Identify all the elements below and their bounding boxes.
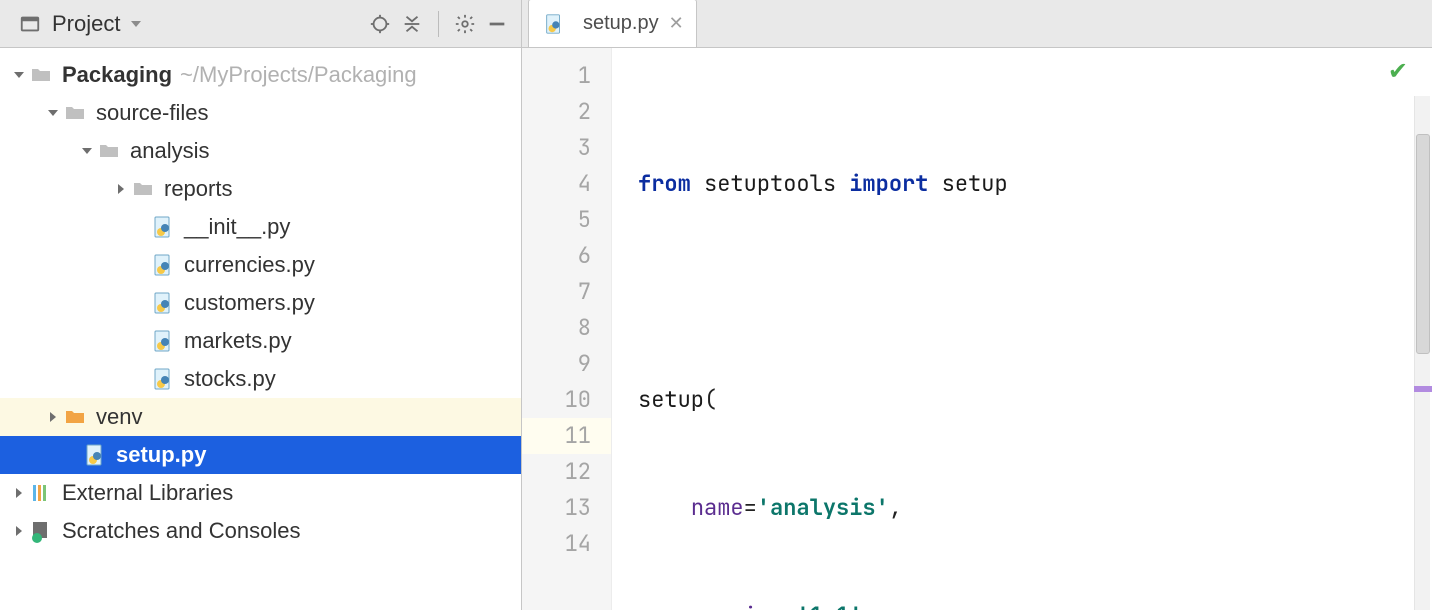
python-file-icon [150,328,176,354]
editor-gutter: 1 2 3 4 5 6 7 8 9 10 11 12 13 14 [522,48,612,610]
python-file-icon [82,442,108,468]
libraries-icon [28,480,54,506]
code-line [638,274,1432,310]
gutter-line: 5 [522,202,591,238]
scrollbar-thumb[interactable] [1416,134,1430,354]
folder-icon [28,62,54,88]
chevron-down-icon[interactable] [78,144,96,158]
tree-label: Packaging [62,62,172,88]
gear-icon[interactable] [451,10,479,38]
header-separator [438,11,439,37]
gutter-line: 7 [522,274,591,310]
tree-row-file[interactable]: stocks.py [0,360,521,398]
python-file-icon [150,214,176,240]
code-line: from setuptools import setup [638,166,1432,202]
folder-icon [62,100,88,126]
tree-path-hint: ~/MyProjects/Packaging [180,62,417,88]
minimize-icon[interactable] [483,10,511,38]
chevron-right-icon[interactable] [112,182,130,196]
tree-row-external-libraries[interactable]: External Libraries [0,474,521,512]
target-icon[interactable] [366,10,394,38]
python-file-icon [543,13,565,35]
gutter-line: 1 [522,58,591,94]
project-tree[interactable]: Packaging ~/MyProjects/Packaging source-… [0,48,521,610]
gutter-line: 14 [522,526,591,562]
collapse-icon[interactable] [398,10,426,38]
tree-label: source-files [96,100,208,126]
editor-tabbar: setup.py ✕ [522,0,1432,48]
check-icon: ✔ [1388,54,1408,90]
python-file-icon [150,366,176,392]
tree-row-root[interactable]: Packaging ~/MyProjects/Packaging [0,56,521,94]
tree-label: stocks.py [184,366,276,392]
python-file-icon [150,252,176,278]
python-file-icon [150,290,176,316]
gutter-line: 13 [522,490,591,526]
folder-icon [130,176,156,202]
gutter-line: 12 [522,454,591,490]
editor-body[interactable]: 1 2 3 4 5 6 7 8 9 10 11 12 13 14 ✔ from … [522,48,1432,610]
editor-tab[interactable]: setup.py ✕ [528,0,697,47]
tree-row-file[interactable]: customers.py [0,284,521,322]
chevron-down-icon[interactable] [44,106,62,120]
project-icon [16,10,44,38]
folder-icon [96,138,122,164]
editor-panel: setup.py ✕ 1 2 3 4 5 6 7 8 9 10 11 12 13… [522,0,1432,610]
project-title[interactable]: Project [48,11,124,37]
tree-label: __init__.py [184,214,290,240]
code-line: setup( [638,382,1432,418]
tree-row-setup[interactable]: setup.py [0,436,521,474]
code-line: version='1.1', [638,598,1432,610]
gutter-line: 3 [522,130,591,166]
gutter-line: 8 [522,310,591,346]
gutter-line: 9 [522,346,591,382]
chevron-down-icon[interactable] [10,68,28,82]
code-line: name='analysis', [638,490,1432,526]
scratches-icon [28,518,54,544]
tree-row-file[interactable]: currencies.py [0,246,521,284]
tree-label: Scratches and Consoles [62,518,300,544]
chevron-down-icon[interactable] [128,16,144,32]
tree-label: currencies.py [184,252,315,278]
project-panel: Project Packaging ~/MyProjects/Packaging [0,0,522,610]
tree-label: reports [164,176,232,202]
tree-label: External Libraries [62,480,233,506]
folder-icon [62,404,88,430]
tree-row-analysis[interactable]: analysis [0,132,521,170]
tree-label: markets.py [184,328,292,354]
close-icon[interactable]: ✕ [669,13,684,34]
tree-row-scratches[interactable]: Scratches and Consoles [0,512,521,550]
project-header: Project [0,0,521,48]
scrollbar-mark [1414,386,1432,392]
tree-row-file[interactable]: __init__.py [0,208,521,246]
gutter-line: 10 [522,382,591,418]
tree-row-source-files[interactable]: source-files [0,94,521,132]
tree-label: analysis [130,138,209,164]
tab-filename: setup.py [583,12,659,35]
chevron-right-icon[interactable] [10,486,28,500]
gutter-line: 2 [522,94,591,130]
code-area[interactable]: ✔ from setuptools import setup setup( na… [612,48,1432,610]
chevron-right-icon[interactable] [10,524,28,538]
tree-label: venv [96,404,142,430]
gutter-line: 11 [522,418,611,454]
tree-row-file[interactable]: markets.py [0,322,521,360]
gutter-line: 6 [522,238,591,274]
tree-row-reports[interactable]: reports [0,170,521,208]
tree-row-venv[interactable]: venv [0,398,521,436]
chevron-right-icon[interactable] [44,410,62,424]
tree-label: setup.py [116,442,206,468]
gutter-line: 4 [522,166,591,202]
tree-label: customers.py [184,290,315,316]
